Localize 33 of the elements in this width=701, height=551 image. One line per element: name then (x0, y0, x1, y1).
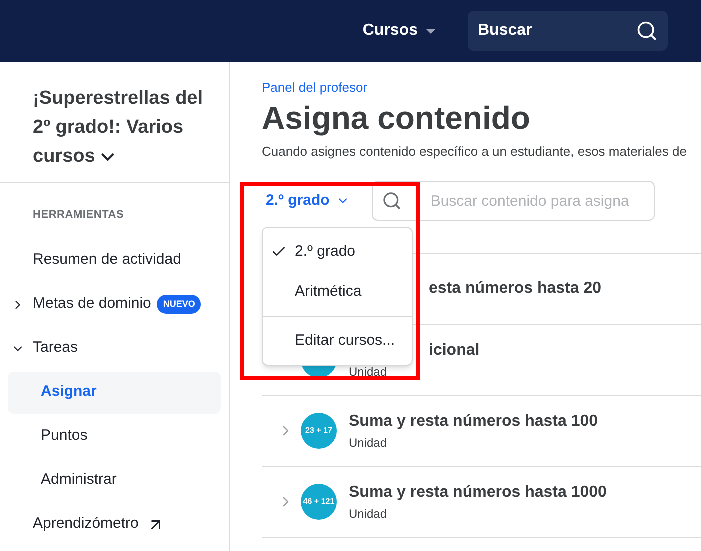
unit-title[interactable]: esta números hasta 20 (429, 277, 602, 301)
search-icon (382, 191, 402, 211)
section-label: HERRAMIENTAS (32, 208, 126, 223)
caret-icon (426, 28, 436, 34)
new-badge: NUEVO (157, 294, 202, 314)
search-field[interactable]: Buscar (468, 11, 668, 51)
page-title: Asigna contenido (262, 98, 532, 138)
unit-title[interactable]: Suma y resta números hasta 1000 (349, 481, 607, 505)
course-select[interactable]: 2.º grado (266, 190, 350, 212)
unit-icon: 46 + 121 (301, 484, 337, 520)
breadcrumb-link[interactable]: Panel del profesor (262, 78, 701, 98)
unit-title[interactable]: Suma y resta números hasta 100 (349, 410, 598, 434)
sidebar-link[interactable]: Aprendizómetro (8, 504, 221, 546)
unit-label: Unidad (349, 435, 388, 452)
dropdown-option[interactable]: Aritmética (263, 272, 412, 312)
dropdown-option[interactable]: Editar cursos... (263, 321, 412, 361)
sidebar-item[interactable]: Asignar (8, 372, 221, 414)
sidebar-group[interactable]: Tareas (8, 328, 221, 370)
content-search-field[interactable]: Buscar contenido para asigna (372, 181, 655, 221)
search-icon (636, 20, 658, 42)
courses-menu[interactable]: Cursos (362, 19, 436, 43)
dropdown-option[interactable]: 2.º grado (263, 232, 412, 272)
description: Cuando asignes contenido específico a un estudiante, esos materiales de (262, 142, 688, 161)
sidebar-group[interactable]: Metas de dominio NUEVO (8, 284, 221, 326)
unit-label: Unidad (349, 364, 388, 381)
class-title[interactable]: ¡Superestrellas del 2º grado!: Varios cursos (33, 84, 221, 171)
sidebar-item[interactable]: Administrar (8, 460, 221, 502)
sidebar-item[interactable]: Puntos (8, 416, 221, 458)
unit-title[interactable]: icional (429, 339, 480, 363)
unit-label: Unidad (349, 506, 388, 523)
sidebar-item[interactable]: Resumen de actividad (8, 240, 221, 282)
unit-icon: 23 + 17 (301, 413, 337, 449)
chevron-icon (100, 152, 115, 161)
